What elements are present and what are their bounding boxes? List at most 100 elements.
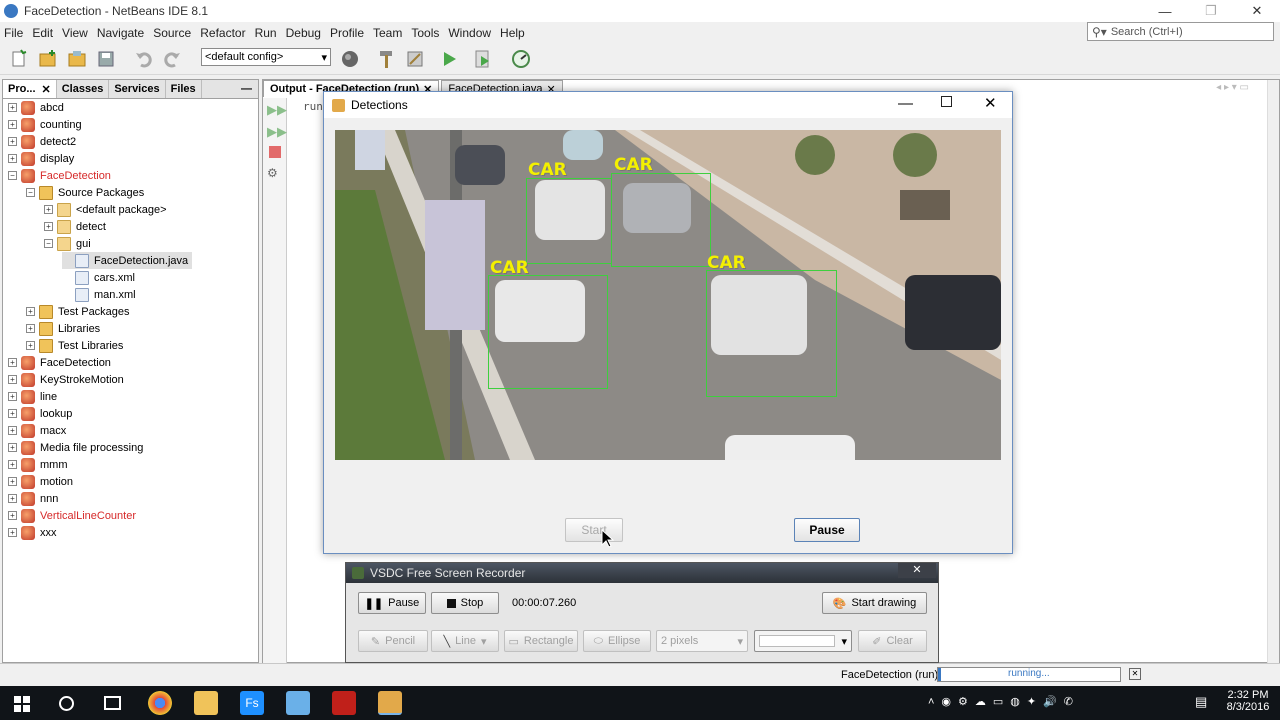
tree-item[interactable]: + Test Packages <box>26 303 130 320</box>
rerun-params-icon[interactable]: ▶▶ <box>267 124 287 140</box>
tree-item[interactable]: + lookup <box>8 405 72 422</box>
tree-item[interactable]: + detect <box>44 218 106 235</box>
virtualbox-icon[interactable] <box>286 691 310 715</box>
tree-item[interactable]: + FaceDetection <box>8 354 111 371</box>
menu-window[interactable]: Window <box>448 26 491 40</box>
windows-start-icon[interactable] <box>14 696 30 715</box>
tab-services[interactable]: Services <box>109 80 166 98</box>
menu-view[interactable]: View <box>62 26 88 40</box>
minimize-panel-button[interactable]: — <box>236 80 258 98</box>
collapse-icon[interactable]: − <box>8 171 17 180</box>
java-app-icon[interactable] <box>378 691 402 715</box>
expand-icon[interactable]: + <box>8 460 17 469</box>
line-button[interactable]: ╲ Line ▾ <box>431 630 499 652</box>
rectangle-button[interactable]: ▭ Rectangle <box>504 630 578 652</box>
tree-item[interactable]: + <default package> <box>44 201 167 218</box>
menu-file[interactable]: File <box>4 26 23 40</box>
stroke-width-select[interactable]: 2 pixels ▾ <box>656 630 748 652</box>
expand-icon[interactable]: + <box>8 375 17 384</box>
minimize-button[interactable]: — <box>1142 0 1188 22</box>
action-center-icon[interactable]: ▤ <box>1195 694 1207 710</box>
run-icon[interactable] <box>438 48 460 70</box>
menu-refactor[interactable]: Refactor <box>200 26 245 40</box>
tab-files[interactable]: Files <box>166 80 202 98</box>
stop-icon[interactable] <box>269 146 281 158</box>
acrobat-icon[interactable] <box>332 691 356 715</box>
settings-icon[interactable]: ⚙ <box>267 166 278 180</box>
debug-icon[interactable] <box>472 48 494 70</box>
new-project-icon[interactable] <box>37 48 59 70</box>
collapse-icon[interactable]: − <box>44 239 53 248</box>
tree-item[interactable]: − Source Packages <box>26 184 144 201</box>
ellipse-button[interactable]: ⬭ Ellipse <box>583 630 651 652</box>
menu-team[interactable]: Team <box>373 26 402 40</box>
expand-icon[interactable]: + <box>44 205 53 214</box>
open-project-icon[interactable] <box>66 48 88 70</box>
tab-classes[interactable]: Classes <box>57 80 110 98</box>
output-scrollbar[interactable] <box>1267 80 1279 663</box>
expand-icon[interactable]: + <box>8 154 17 163</box>
tree-item[interactable]: + display <box>8 150 74 167</box>
expand-icon[interactable]: + <box>8 392 17 401</box>
menu-tools[interactable]: Tools <box>411 26 439 40</box>
clock[interactable]: 2:32 PM 8/3/2016 <box>1224 689 1272 713</box>
tree-item[interactable]: + xxx <box>8 524 57 541</box>
expand-icon[interactable]: + <box>8 358 17 367</box>
fs-app-icon[interactable]: Fs <box>240 691 264 715</box>
menu-profile[interactable]: Profile <box>330 26 364 40</box>
tree-item[interactable]: cars.xml <box>62 269 135 286</box>
minimize-button[interactable]: — <box>898 95 913 112</box>
clear-button[interactable]: ✐ Clear <box>858 630 927 652</box>
pause-button[interactable]: Pause <box>794 518 860 542</box>
start-drawing-button[interactable]: 🎨 Start drawing <box>822 592 927 614</box>
tree-item[interactable]: man.xml <box>62 286 136 303</box>
expand-icon[interactable]: + <box>44 222 53 231</box>
recorder-pause-button[interactable]: ❚❚ Pause <box>358 592 426 614</box>
color-select[interactable]: ▾ <box>754 630 852 652</box>
cortana-search-icon[interactable] <box>59 696 74 711</box>
globe-icon[interactable] <box>339 48 361 70</box>
expand-icon[interactable]: + <box>8 120 17 129</box>
undo-icon[interactable] <box>133 48 155 70</box>
menu-source[interactable]: Source <box>153 26 191 40</box>
close-button[interactable]: ✕ <box>1234 0 1280 22</box>
tree-item[interactable]: + nnn <box>8 490 58 507</box>
build-hammer-icon[interactable] <box>375 48 397 70</box>
collapse-icon[interactable]: − <box>26 188 35 197</box>
menu-edit[interactable]: Edit <box>32 26 53 40</box>
expand-icon[interactable]: + <box>8 477 17 486</box>
expand-icon[interactable]: + <box>8 426 17 435</box>
profile-icon[interactable] <box>510 48 532 70</box>
expand-icon[interactable]: + <box>26 324 35 333</box>
config-select[interactable]: <default config> ▾ <box>201 48 331 66</box>
tree-item[interactable]: − FaceDetection <box>8 167 111 184</box>
recorder-stop-button[interactable]: Stop <box>431 592 499 614</box>
expand-icon[interactable]: + <box>8 103 17 112</box>
expand-icon[interactable]: + <box>8 494 17 503</box>
redo-icon[interactable] <box>161 48 183 70</box>
tree-item[interactable]: + line <box>8 388 57 405</box>
new-file-icon[interactable] <box>8 48 30 70</box>
restore-button[interactable]: ❐ <box>1188 0 1234 22</box>
menu-help[interactable]: Help <box>500 26 525 40</box>
tree-item[interactable]: + abcd <box>8 99 64 116</box>
tree-item[interactable]: + motion <box>8 473 73 490</box>
tree-item[interactable]: − gui <box>44 235 91 252</box>
expand-icon[interactable]: + <box>8 511 17 520</box>
task-view-icon[interactable] <box>104 696 121 710</box>
tree-item[interactable]: + detect2 <box>8 133 76 150</box>
maximize-button[interactable] <box>941 96 952 107</box>
expand-icon[interactable]: + <box>8 528 17 537</box>
tree-item[interactable]: + Test Libraries <box>26 337 123 354</box>
expand-icon[interactable]: + <box>8 443 17 452</box>
tree-item[interactable]: FaceDetection.java <box>62 252 193 269</box>
save-all-icon[interactable] <box>95 48 117 70</box>
pencil-button[interactable]: ✎ Pencil <box>358 630 428 652</box>
menu-navigate[interactable]: Navigate <box>97 26 144 40</box>
expand-icon[interactable]: + <box>26 341 35 350</box>
menu-debug[interactable]: Debug <box>286 26 321 40</box>
clean-build-icon[interactable] <box>404 48 426 70</box>
tree-item[interactable]: + macx <box>8 422 66 439</box>
search-input[interactable]: ⚲▾ Search (Ctrl+I) <box>1087 22 1274 41</box>
tab-projects[interactable]: Pro... ✕ <box>3 80 57 98</box>
